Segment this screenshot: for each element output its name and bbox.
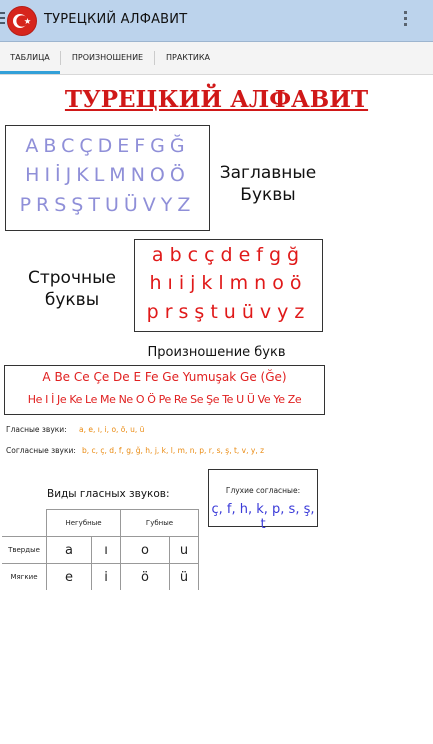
- table-cell: ı: [91, 536, 121, 564]
- table-cell: a: [46, 536, 92, 564]
- table-row-label: Твердые: [2, 536, 47, 564]
- tab-practice-label: ПРАКТИКА: [165, 53, 210, 62]
- tab-practice[interactable]: ПРАКТИКА: [155, 42, 221, 74]
- nav-drawer-icon[interactable]: [0, 12, 5, 26]
- uppercase-row-1: ABCÇDEFGĞ: [25, 135, 190, 157]
- uppercase-caption-line-1: Заглавные: [219, 163, 317, 183]
- table-row: Мягкие e i ö ü: [2, 563, 199, 590]
- lowercase-row-3: prsştuüvyz: [146, 301, 311, 323]
- table-header-row: Негубные Губные: [2, 509, 199, 537]
- uppercase-caption: Заглавные Буквы: [215, 162, 321, 206]
- consonants-value: b, c, ç, d, f, g, ğ, h, j, k, l, m, n, p…: [82, 446, 265, 455]
- uppercase-row-2: HIİJKLMNOÖ: [25, 164, 190, 186]
- table-header-rounded: Губные: [120, 509, 199, 537]
- vowel-types-table: Негубные Губные Твердые a ı o u Мягкие e…: [2, 509, 199, 590]
- turkish-flag-icon[interactable]: [7, 6, 37, 36]
- pronunciation-row-2: He I İ Je Ke Le Me Ne O Ö Pe Re Se Şe Te…: [27, 393, 302, 406]
- table-cell: o: [120, 536, 170, 564]
- table-cell: ü: [169, 563, 199, 590]
- pronunciation-title: Произношение букв: [147, 345, 286, 360]
- lowercase-caption: Строчные буквы: [20, 267, 124, 311]
- overflow-menu-icon[interactable]: [404, 11, 408, 31]
- pronunciation-row-1: A Be Ce Çe De E Fe Ge Yumuşak Ge (Ğe): [42, 370, 287, 384]
- table-cell: u: [169, 536, 199, 564]
- table-header-unrounded: Негубные: [46, 509, 121, 537]
- table-cell: ö: [120, 563, 170, 590]
- voiceless-consonants-box: Глухие согласные: ç, f, h, k, p, s, ş, t: [208, 469, 318, 532]
- lowercase-caption-line-1: Строчные: [27, 268, 116, 288]
- pronunciation-box: A Be Ce Çe De E Fe Ge Yumuşak Ge (Ğe) He…: [4, 365, 325, 415]
- vowels-value: a, e, ı, i, o, ö, u, ü: [79, 425, 145, 434]
- lowercase-row-1: abcçdefgğ: [151, 244, 306, 266]
- tab-table[interactable]: ТАБЛИЦА: [0, 42, 61, 74]
- table-cell: e: [46, 563, 92, 590]
- voiceless-title: Глухие согласные:: [225, 486, 301, 495]
- tab-pronunciation-label: ПРОИЗНОШЕНИЕ: [71, 53, 144, 62]
- vowels-label: Гласные звуки:: [6, 425, 67, 434]
- table-row-label: Мягкие: [2, 563, 47, 590]
- table-row: Твердые a ı o u: [2, 536, 199, 564]
- uppercase-letters-box: ABCÇDEFGĞ HIİJKLMNOÖ PRSŞTUÜVYZ: [5, 125, 210, 231]
- table-cell: i: [91, 563, 121, 590]
- uppercase-row-3: PRSŞTUÜVYZ: [19, 194, 196, 216]
- lowercase-caption-line-2: буквы: [44, 290, 100, 310]
- app-title: ТУРЕЦКИЙ АЛФАВИТ: [44, 12, 188, 27]
- vowel-types-heading: Виды гласных звуков:: [47, 488, 170, 500]
- active-tab-indicator: [0, 71, 60, 74]
- tab-bar: ТАБЛИЦА ПРОИЗНОШЕНИЕ ПРАКТИКА: [0, 42, 433, 75]
- uppercase-caption-line-2: Буквы: [240, 185, 296, 205]
- app-bar: ТУРЕЦКИЙ АЛФАВИТ: [0, 0, 433, 42]
- table-corner-cell: [2, 509, 47, 537]
- page-title: ТУРЕЦКИЙ АЛФАВИТ: [64, 86, 369, 113]
- lowercase-letters-box: abcçdefgğ hıijklmnoö prsştuüvyz: [134, 239, 323, 332]
- tab-pronunciation[interactable]: ПРОИЗНОШЕНИЕ: [61, 42, 155, 74]
- consonants-label: Согласные звуки:: [6, 446, 76, 455]
- crescent-star-graphic: [13, 14, 31, 28]
- lowercase-row-2: hıijklmnoö: [149, 272, 308, 294]
- tab-table-label: ТАБЛИЦА: [10, 53, 50, 62]
- voiceless-list: ç, f, h, k, p, s, ş, t: [211, 502, 315, 532]
